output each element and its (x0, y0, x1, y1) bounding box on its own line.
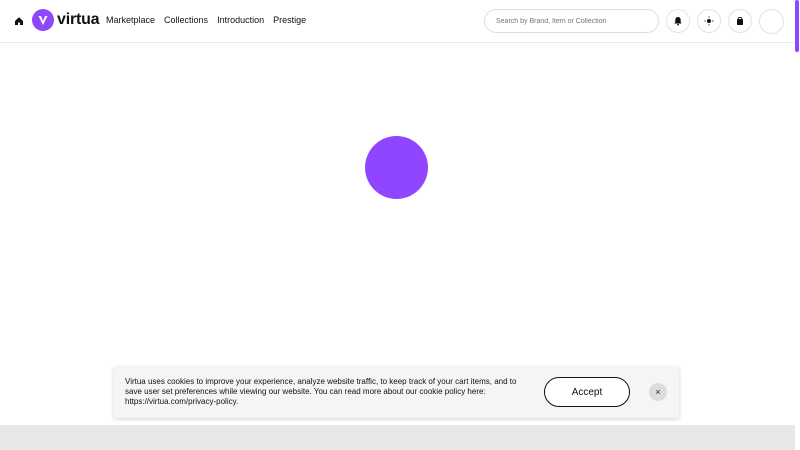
virtua-logo-icon (32, 9, 54, 31)
user-avatar[interactable] (759, 9, 784, 34)
loading-indicator (365, 136, 428, 199)
top-navbar: virtua Marketplace Collections Introduct… (0, 0, 800, 43)
nav-introduction[interactable]: Introduction (217, 15, 264, 25)
nav-prestige[interactable]: Prestige (273, 15, 306, 25)
cookie-banner: Virtua uses cookies to improve your expe… (114, 367, 679, 418)
nav-marketplace[interactable]: Marketplace (106, 15, 155, 25)
search-input[interactable] (496, 17, 658, 25)
virtua-logo[interactable]: virtua (32, 9, 100, 31)
cookie-message: Virtua uses cookies to improve your expe… (125, 377, 517, 406)
notifications-button[interactable] (666, 9, 690, 33)
cart-button[interactable] (728, 9, 752, 33)
footer-strip (0, 425, 795, 450)
home-button[interactable] (7, 9, 31, 33)
accept-cookies-button[interactable]: Accept (544, 377, 630, 407)
bell-icon (674, 17, 682, 26)
close-cookie-banner-button[interactable]: × (649, 383, 667, 401)
logo-text: virtua (57, 11, 100, 28)
nav-collections[interactable]: Collections (164, 15, 208, 25)
shopping-bag-icon (737, 17, 743, 25)
home-icon (15, 17, 23, 25)
close-icon: × (655, 387, 661, 397)
main-nav: Marketplace Collections Introduction Pre… (106, 15, 306, 25)
scrollbar-thumb[interactable] (795, 0, 799, 52)
sun-icon (704, 16, 714, 26)
search-box (484, 9, 659, 33)
theme-toggle-button[interactable] (697, 9, 721, 33)
page-scrollbar[interactable] (795, 0, 800, 450)
